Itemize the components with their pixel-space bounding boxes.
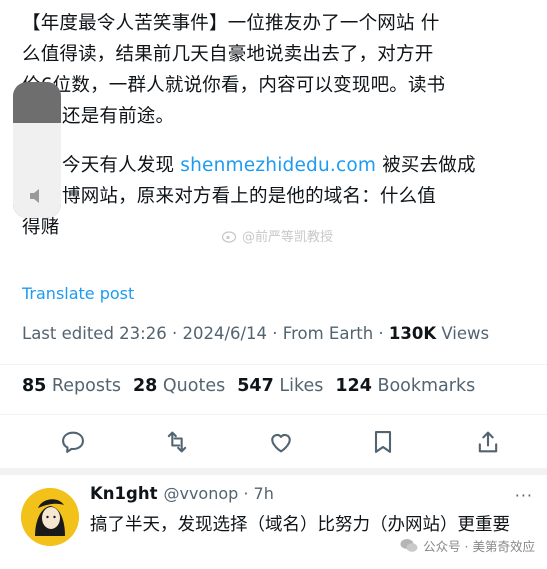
translate-post-link[interactable]: Translate post (22, 284, 134, 303)
bookmarks-stat[interactable]: 124 Bookmarks (335, 376, 475, 396)
wechat-watermark: 公众号 · 美第奇效应 (400, 536, 535, 555)
wechat-icon (400, 539, 418, 552)
speaker-icon (30, 189, 39, 203)
post-line: 价6位数，一群人就说你看，内容可以变现吧。读书 (22, 75, 446, 96)
weibo-icon (222, 230, 237, 243)
likes-stat[interactable]: 547 Likes (237, 376, 323, 396)
repost-icon[interactable] (163, 428, 191, 456)
views-count: 130K (388, 324, 437, 343)
avatar-illustration (21, 488, 79, 546)
post-body: 【年度最令人苦笑事件】一位推友办了一个网站 什 么值得读，结果前几天自豪地说卖出… (22, 8, 534, 243)
post-line: 还是有前途。 (62, 106, 175, 127)
post-line: 么值得读，结果前几天自豪地说卖出去了，对方开 (22, 44, 434, 65)
like-icon[interactable] (267, 428, 295, 456)
volume-slider[interactable] (13, 82, 61, 218)
reply-author-handle[interactable]: @vvonop · 7h (163, 484, 273, 503)
avatar[interactable] (21, 488, 79, 546)
reply-body: 搞了半天，发现选择（域名）比努力（办网站）更重要 (90, 515, 510, 535)
domain-link[interactable]: shenmezhidedu.com (180, 155, 376, 176)
more-options-icon[interactable]: ··· (515, 486, 533, 505)
reposts-stat[interactable]: 85 Reposts (22, 376, 121, 396)
engagement-stats: 85 Reposts 28 Quotes 547 Likes 124 Bookm… (22, 376, 475, 396)
bookmark-icon[interactable] (369, 428, 397, 456)
watermark: @前严等凯教授 (222, 226, 333, 245)
action-bar (0, 422, 547, 462)
post-line: 今天有人发现 shenmezhidedu.com 被买去做成 (62, 155, 476, 176)
reply-header: Kn1ght @vvonop · 7h (90, 484, 274, 503)
reply-author-name[interactable]: Kn1ght (90, 484, 157, 503)
share-icon[interactable] (474, 428, 502, 456)
post-line: 【年度最令人苦笑事件】一位推友办了一个网站 什 (22, 13, 440, 34)
quotes-stat[interactable]: 28 Quotes (133, 376, 225, 396)
post-line: 博网站，原来对方看上的是他的域名：什么值 (62, 186, 437, 207)
reply-icon[interactable] (59, 428, 87, 456)
section-separator (0, 468, 547, 475)
post-meta: Last edited 23:26 · 2024/6/14 · From Ear… (22, 324, 490, 343)
